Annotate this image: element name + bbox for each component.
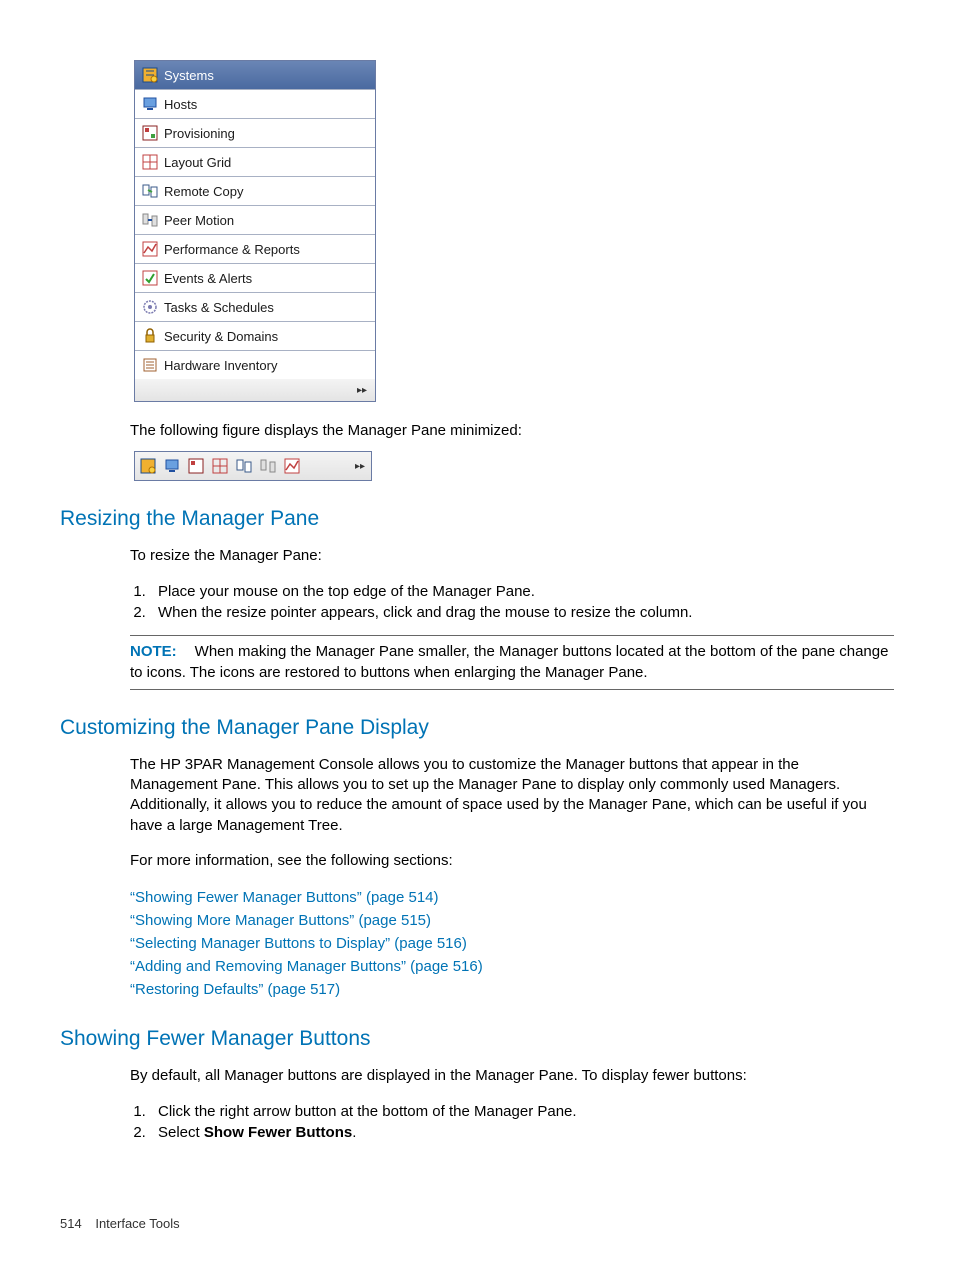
link-adding-removing[interactable]: “Adding and Removing Manager Buttons” (p…	[130, 955, 894, 978]
note-box: NOTE:When making the Manager Pane smalle…	[130, 635, 894, 690]
custom-para2: For more information, see the following …	[130, 851, 882, 871]
manager-pane-expanded: Systems Hosts Provisioning Layout Grid R…	[134, 60, 376, 402]
provisioning-icon	[141, 125, 158, 142]
manager-item-label: Hosts	[164, 97, 197, 112]
manager-item-label: Hardware Inventory	[164, 358, 277, 373]
link-selecting[interactable]: “Selecting Manager Buttons to Display” (…	[130, 932, 894, 955]
fewer-para: By default, all Manager buttons are disp…	[130, 1066, 882, 1086]
expand-arrow-button[interactable]: ▸▸	[353, 461, 367, 472]
hosts-icon	[141, 96, 158, 113]
note-label: NOTE:	[130, 643, 177, 660]
manager-item-events[interactable]: Events & Alerts	[135, 264, 375, 293]
manager-pane-footer: ▸▸	[135, 379, 375, 401]
hardware-icon	[141, 357, 158, 374]
page-footer: 514 Interface Tools	[60, 1216, 180, 1231]
manager-item-label: Provisioning	[164, 126, 235, 141]
fewer-step-2: Select Show Fewer Buttons.	[150, 1122, 894, 1143]
manager-item-label: Events & Alerts	[164, 271, 252, 286]
manager-item-label: Remote Copy	[164, 184, 243, 199]
manager-item-label: Systems	[164, 68, 214, 83]
remote-copy-icon[interactable]	[235, 457, 253, 475]
tasks-icon	[141, 299, 158, 316]
manager-item-provisioning[interactable]: Provisioning	[135, 119, 375, 148]
resize-step-2: When the resize pointer appears, click a…	[150, 602, 894, 623]
manager-item-label: Performance & Reports	[164, 242, 300, 257]
note-text: When making the Manager Pane smaller, th…	[130, 643, 888, 680]
remote-copy-icon	[141, 183, 158, 200]
manager-item-remote-copy[interactable]: Remote Copy	[135, 177, 375, 206]
manager-item-layout-grid[interactable]: Layout Grid	[135, 148, 375, 177]
manager-item-security[interactable]: Security & Domains	[135, 322, 375, 351]
hosts-icon[interactable]	[163, 457, 181, 475]
figure-caption: The following figure displays the Manage…	[130, 422, 894, 439]
manager-item-hosts[interactable]: Hosts	[135, 90, 375, 119]
events-icon	[141, 270, 158, 287]
manager-item-label: Tasks & Schedules	[164, 300, 274, 315]
show-fewer-buttons-bold: Show Fewer Buttons	[204, 1124, 352, 1141]
peer-motion-icon	[141, 212, 158, 229]
resize-step-1: Place your mouse on the top edge of the …	[150, 581, 894, 602]
resize-steps: Place your mouse on the top edge of the …	[150, 581, 894, 623]
page-number: 514	[60, 1216, 82, 1231]
manager-item-peer-motion[interactable]: Peer Motion	[135, 206, 375, 235]
layout-grid-icon[interactable]	[211, 457, 229, 475]
performance-icon[interactable]	[283, 457, 301, 475]
systems-icon	[141, 67, 158, 84]
fewer-steps: Click the right arrow button at the bott…	[150, 1101, 894, 1143]
heading-customizing: Customizing the Manager Pane Display	[60, 716, 894, 740]
resize-intro: To resize the Manager Pane:	[130, 546, 882, 566]
manager-item-tasks[interactable]: Tasks & Schedules	[135, 293, 375, 322]
link-restoring[interactable]: “Restoring Defaults” (page 517)	[130, 978, 894, 1001]
manager-item-hardware[interactable]: Hardware Inventory	[135, 351, 375, 379]
custom-para1: The HP 3PAR Management Console allows yo…	[130, 755, 882, 836]
performance-icon	[141, 241, 158, 258]
peer-motion-icon[interactable]	[259, 457, 277, 475]
manager-item-label: Layout Grid	[164, 155, 231, 170]
systems-icon[interactable]	[139, 457, 157, 475]
manager-item-performance[interactable]: Performance & Reports	[135, 235, 375, 264]
custom-link-list: “Showing Fewer Manager Buttons” (page 51…	[130, 886, 894, 1001]
footer-section: Interface Tools	[95, 1216, 179, 1231]
security-icon	[141, 328, 158, 345]
manager-item-label: Peer Motion	[164, 213, 234, 228]
expand-arrow-button[interactable]: ▸▸	[355, 385, 369, 396]
fewer-step-1: Click the right arrow button at the bott…	[150, 1101, 894, 1122]
manager-pane-minimized: ▸▸	[134, 451, 372, 481]
heading-resizing: Resizing the Manager Pane	[60, 507, 894, 531]
link-showing-fewer[interactable]: “Showing Fewer Manager Buttons” (page 51…	[130, 886, 894, 909]
link-showing-more[interactable]: “Showing More Manager Buttons” (page 515…	[130, 909, 894, 932]
heading-showing-fewer: Showing Fewer Manager Buttons	[60, 1027, 894, 1051]
manager-item-label: Security & Domains	[164, 329, 278, 344]
layout-grid-icon	[141, 154, 158, 171]
manager-item-systems[interactable]: Systems	[135, 61, 375, 90]
provisioning-icon[interactable]	[187, 457, 205, 475]
